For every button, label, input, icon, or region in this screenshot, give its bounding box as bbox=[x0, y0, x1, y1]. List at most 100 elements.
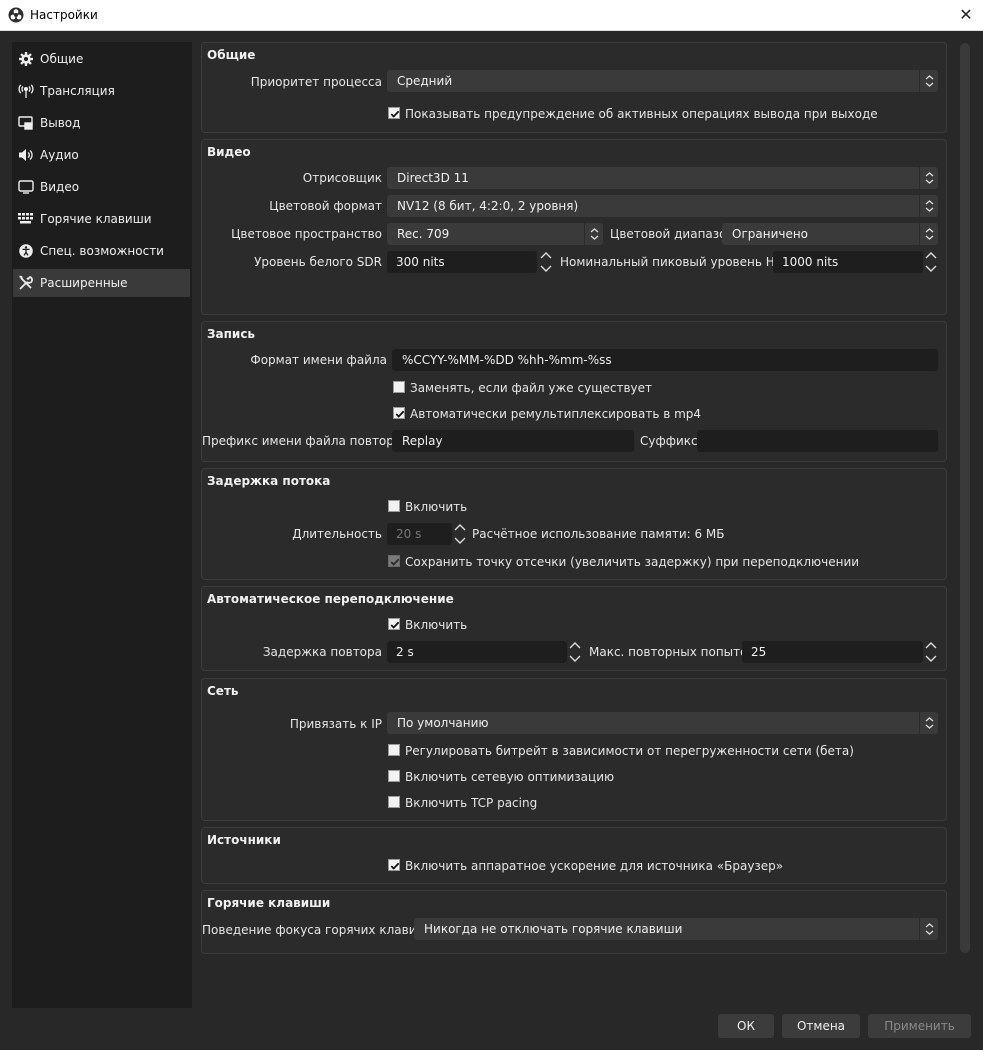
chevron-updown-icon bbox=[919, 70, 938, 92]
chevron-updown-icon bbox=[919, 918, 938, 940]
overwrite-label: Заменять, если файл уже существует bbox=[410, 381, 653, 395]
group-title: Задержка потока bbox=[207, 474, 331, 488]
space-label: Цветовое пространство bbox=[231, 227, 382, 241]
sidebar-item-label: Вывод bbox=[40, 116, 81, 130]
sources-group: Источники Включить аппаратное ускорение … bbox=[201, 827, 947, 884]
sidebar-item-label: Общие bbox=[40, 52, 84, 66]
chevron-updown-icon bbox=[919, 712, 938, 734]
recording-group: Запись Формат имени файла %CCYY-%MM-%DD … bbox=[201, 321, 947, 462]
priority-select[interactable]: Средний bbox=[387, 70, 938, 92]
antenna-icon bbox=[18, 83, 34, 99]
chevron-updown-icon bbox=[919, 223, 938, 245]
apply-button[interactable]: Применить bbox=[868, 1014, 971, 1038]
video-group: Видео Отрисовщик Direct3D 11 Цветовой фо… bbox=[201, 139, 947, 315]
close-icon[interactable]: ✕ bbox=[955, 5, 977, 25]
accessibility-icon bbox=[18, 243, 34, 259]
renderer-select[interactable]: Direct3D 11 bbox=[387, 167, 938, 189]
scrollbar[interactable] bbox=[960, 43, 970, 953]
chevron-updown-icon bbox=[584, 223, 603, 245]
sidebar-item-audio[interactable]: Аудио bbox=[13, 141, 190, 169]
overwrite-checkbox[interactable] bbox=[393, 381, 405, 393]
sidebar-item-output[interactable]: Вывод bbox=[13, 109, 190, 137]
sidebar-item-label: Видео bbox=[40, 180, 80, 194]
sidebar-item-label: Расширенные bbox=[40, 276, 128, 290]
obs-logo-icon bbox=[8, 7, 24, 23]
max-retries-spinbox[interactable]: 25 bbox=[742, 641, 923, 663]
title-bar: Настройки ✕ bbox=[0, 0, 983, 31]
delay-enable-checkbox[interactable] bbox=[388, 500, 400, 512]
sidebar-item-hotkeys[interactable]: Горячие клавиши bbox=[13, 205, 190, 233]
preserve-checkbox[interactable] bbox=[388, 555, 400, 567]
bind-ip-label: Привязать к IP bbox=[289, 717, 382, 731]
focus-behavior-select[interactable]: Никогда не отключать горячие клавиши bbox=[414, 918, 938, 940]
group-title: Источники bbox=[207, 833, 281, 847]
suffix-input[interactable] bbox=[697, 430, 938, 452]
sidebar-item-advanced[interactable]: Расширенные bbox=[13, 269, 190, 297]
focus-behavior-label: Поведение фокуса горячих клавиш bbox=[202, 923, 428, 937]
hotkeys-group: Горячие клавиши Поведение фокуса горячих… bbox=[201, 890, 947, 954]
group-title: Автоматическое переподключение bbox=[207, 592, 454, 606]
duration-stepper-icon[interactable] bbox=[452, 521, 468, 547]
retry-delay-stepper-icon[interactable] bbox=[567, 639, 583, 665]
tools-icon bbox=[18, 275, 34, 291]
browser-accel-label: Включить аппаратное ускорение для источн… bbox=[405, 859, 784, 873]
max-retries-stepper-icon[interactable] bbox=[923, 639, 939, 665]
preserve-label: Сохранить точку отсечки (увеличить задер… bbox=[405, 555, 860, 569]
group-title: Запись bbox=[207, 327, 256, 341]
ok-button[interactable]: ОК bbox=[718, 1014, 774, 1038]
max-retries-label: Макс. повторных попыток bbox=[589, 645, 755, 659]
cancel-button[interactable]: Отмена bbox=[782, 1014, 860, 1038]
prefix-label: Префикс имени файла повтора bbox=[202, 434, 402, 448]
warn-label: Показывать предупреждение об активных оп… bbox=[405, 107, 878, 121]
network-optimization-checkbox[interactable] bbox=[388, 770, 400, 782]
sidebar-item-label: Трансляция bbox=[40, 84, 115, 98]
group-title: Горячие клавиши bbox=[207, 896, 331, 910]
range-select[interactable]: Ограничено bbox=[722, 223, 938, 245]
dynamic-bitrate-checkbox[interactable] bbox=[388, 744, 400, 756]
hdr-stepper-icon[interactable] bbox=[923, 249, 939, 275]
format-select[interactable]: NV12 (8 бит, 4:2:0, 2 уровня) bbox=[387, 195, 938, 217]
browser-accel-checkbox[interactable] bbox=[388, 859, 400, 871]
sdr-label: Уровень белого SDR bbox=[254, 255, 382, 269]
retry-delay-spinbox[interactable]: 2 s bbox=[387, 641, 567, 663]
space-select[interactable]: Rec. 709 bbox=[387, 223, 603, 245]
sidebar-item-stream[interactable]: Трансляция bbox=[13, 77, 190, 105]
tcp-pacing-label: Включить TCP pacing bbox=[405, 796, 538, 810]
hdr-spinbox[interactable]: 1000 nits bbox=[773, 251, 923, 273]
remux-checkbox[interactable] bbox=[393, 407, 405, 419]
sidebar-item-general[interactable]: Общие bbox=[13, 45, 190, 73]
sidebar-item-video[interactable]: Видео bbox=[13, 173, 190, 201]
window-title: Настройки bbox=[30, 8, 98, 22]
monitor-icon bbox=[18, 179, 34, 195]
prefix-input[interactable]: Replay bbox=[392, 430, 634, 452]
renderer-label: Отрисовщик bbox=[302, 171, 382, 185]
bind-ip-select[interactable]: По умолчанию bbox=[387, 712, 938, 734]
network-optimization-label: Включить сетевую оптимизацию bbox=[405, 770, 615, 784]
dynamic-bitrate-label: Регулировать битрейт в зависимости от пе… bbox=[405, 744, 854, 758]
tcp-pacing-checkbox[interactable] bbox=[388, 796, 400, 808]
group-title: Видео bbox=[207, 145, 251, 159]
delay-enable-label: Включить bbox=[405, 500, 468, 514]
warn-checkbox[interactable] bbox=[388, 107, 400, 119]
hdr-label: Номинальный пиковый уровень HDR bbox=[560, 255, 793, 269]
remux-label: Автоматически ремультиплексировать в mp4 bbox=[410, 407, 702, 421]
output-icon bbox=[18, 115, 34, 131]
reconnect-enable-checkbox[interactable] bbox=[388, 618, 400, 630]
duration-spinbox[interactable]: 20 s bbox=[387, 523, 452, 545]
sidebar: Общие Трансляция Вывод Аудио Видео Горяч… bbox=[12, 42, 192, 1008]
sidebar-item-label: Аудио bbox=[40, 148, 79, 162]
sdr-stepper-icon[interactable] bbox=[538, 249, 554, 275]
sdr-spinbox[interactable]: 300 nits bbox=[387, 251, 537, 273]
general-group: Общие Приоритет процесса Средний Показыв… bbox=[201, 42, 947, 133]
reconnect-group: Автоматическое переподключение Включить … bbox=[201, 586, 947, 671]
format-label: Цветовой формат bbox=[269, 199, 382, 213]
sidebar-item-accessibility[interactable]: Спец. возможности bbox=[13, 237, 190, 265]
retry-delay-label: Задержка повтора bbox=[262, 645, 382, 659]
priority-label: Приоритет процесса bbox=[250, 75, 382, 89]
speaker-icon bbox=[18, 147, 34, 163]
stream-delay-group: Задержка потока Включить Длительность 20… bbox=[201, 468, 947, 580]
suffix-label: Суффикс bbox=[640, 434, 698, 448]
chevron-updown-icon bbox=[919, 195, 938, 217]
reconnect-enable-label: Включить bbox=[405, 618, 468, 632]
filename-input[interactable]: %CCYY-%MM-%DD %hh-%mm-%ss bbox=[392, 349, 938, 371]
